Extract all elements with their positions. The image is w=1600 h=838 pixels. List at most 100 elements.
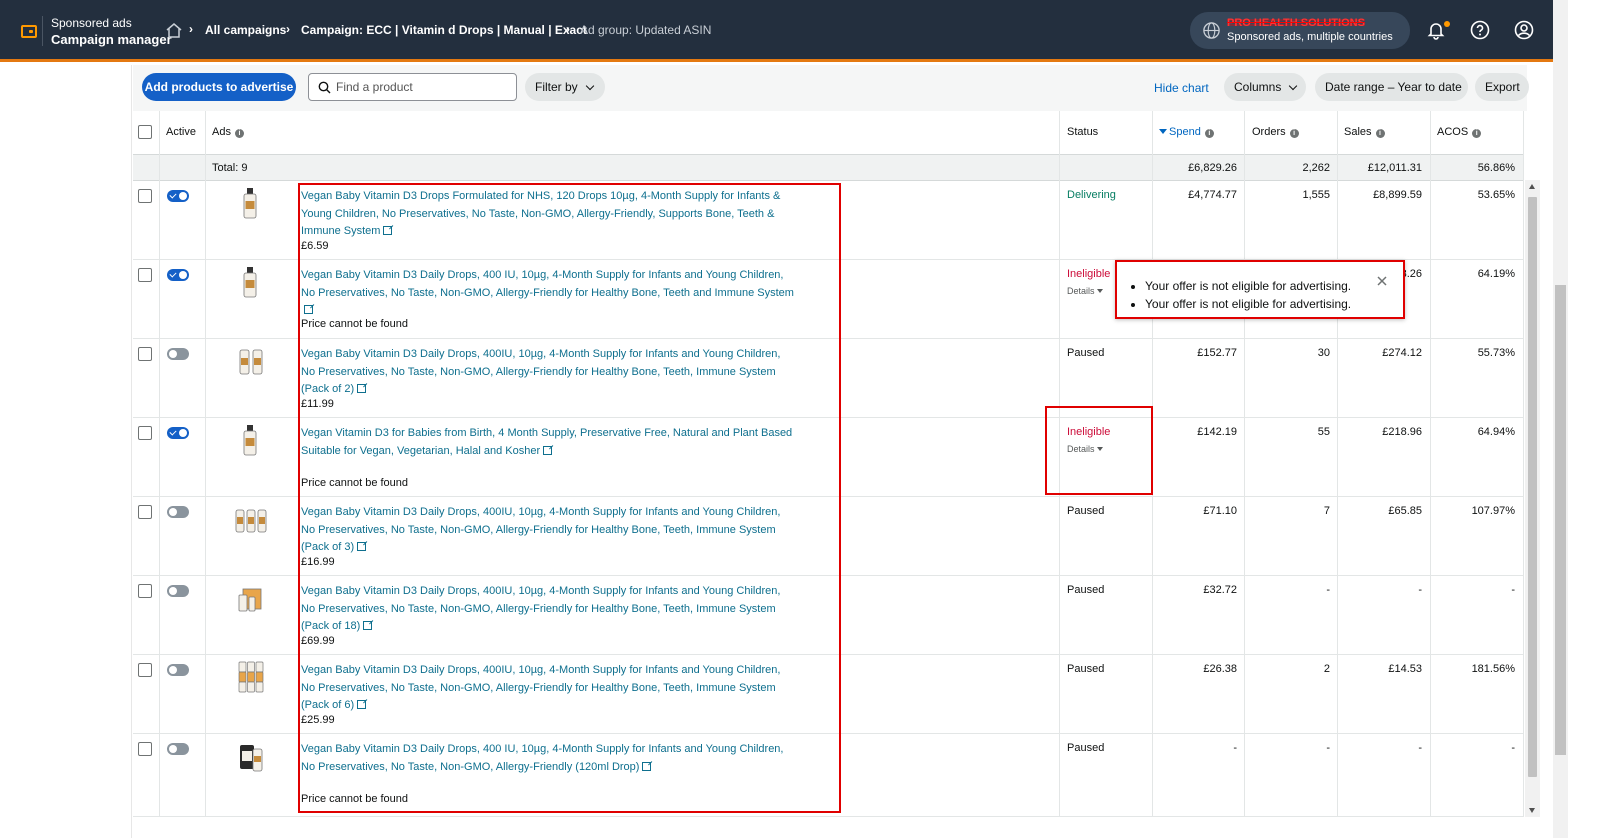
ad-price: £11.99	[301, 398, 334, 410]
external-link-icon[interactable]	[642, 761, 652, 771]
page-gutter	[1540, 65, 1553, 838]
external-link-icon[interactable]	[357, 384, 367, 394]
column-header-ads[interactable]: Ads i	[212, 126, 244, 138]
breadcrumb-separator: ›	[286, 22, 290, 36]
account-switcher[interactable]: PRO HEALTH SOLUTIONS Sponsored ads, mult…	[1190, 12, 1410, 49]
sales-value: £8,899.59	[1373, 189, 1422, 201]
row-checkbox[interactable]	[138, 347, 152, 361]
info-icon[interactable]: i	[1289, 129, 1299, 138]
sales-value: £218.96	[1382, 426, 1422, 438]
table-vertical-scrollbar[interactable]	[1525, 180, 1540, 817]
product-search-box[interactable]	[308, 73, 517, 101]
product-thumbnail	[235, 509, 267, 533]
status-details-label: Details	[1067, 444, 1095, 454]
date-range-button[interactable]: Date range – Year to date	[1315, 73, 1468, 101]
row-checkbox[interactable]	[138, 268, 152, 282]
active-toggle[interactable]	[167, 585, 189, 597]
column-header-sales[interactable]: Sales i	[1344, 126, 1385, 138]
page-scrollbar-thumb[interactable]	[1555, 285, 1566, 755]
ad-product-title-text: Vegan Baby Vitamin D3 Drops Formulated f…	[301, 190, 781, 238]
row-checkbox[interactable]	[138, 584, 152, 598]
row-checkbox[interactable]	[138, 663, 152, 677]
ad-product-title[interactable]: Vegan Baby Vitamin D3 Daily Drops, 400IU…	[301, 662, 796, 715]
info-icon[interactable]: i	[234, 129, 244, 138]
product-thumbnail	[238, 588, 262, 612]
filter-by-button[interactable]: Filter by	[525, 73, 605, 101]
active-toggle[interactable]	[167, 427, 189, 439]
column-header-orders[interactable]: Orders i	[1252, 126, 1299, 138]
external-link-icon[interactable]	[304, 305, 313, 315]
breadcrumb-separator: ›	[566, 22, 570, 36]
home-icon[interactable]	[165, 22, 183, 39]
active-toggle[interactable]	[167, 506, 189, 518]
table-row: Vegan Baby Vitamin D3 Daily Drops, 400IU…	[133, 576, 1524, 655]
export-button[interactable]: Export	[1475, 73, 1529, 101]
breadcrumb-campaign[interactable]: Campaign: ECC | Vitamin d Drops | Manual…	[301, 23, 587, 37]
acos-value: 55.73%	[1477, 347, 1515, 359]
help-icon[interactable]	[1470, 20, 1490, 40]
column-header-status[interactable]: Status	[1067, 126, 1098, 138]
scrollbar-thumb[interactable]	[1528, 197, 1537, 777]
table-row: Vegan Baby Vitamin D3 Daily Drops, 400IU…	[133, 655, 1524, 734]
ad-product-title[interactable]: Vegan Baby Vitamin D3 Daily Drops, 400 I…	[301, 741, 796, 776]
product-thumbnail	[243, 267, 257, 298]
ad-price: Price cannot be found	[301, 477, 409, 489]
breadcrumb-all-campaigns[interactable]: All campaigns	[205, 23, 286, 37]
row-checkbox[interactable]	[138, 189, 152, 203]
column-header-spend[interactable]: Spend i	[1159, 126, 1214, 138]
active-toggle[interactable]	[167, 269, 189, 281]
status-details-toggle[interactable]: Details	[1067, 286, 1103, 296]
product-thumbnail	[243, 425, 257, 456]
ad-product-title[interactable]: Vegan Baby Vitamin D3 Daily Drops, 400 I…	[301, 267, 796, 320]
row-checkbox[interactable]	[138, 742, 152, 756]
info-icon[interactable]: i	[1472, 129, 1482, 138]
columns-button[interactable]: Columns	[1224, 73, 1306, 101]
active-toggle[interactable]	[167, 743, 189, 755]
external-link-icon[interactable]	[383, 226, 393, 236]
user-account-icon[interactable]	[1514, 20, 1534, 40]
row-checkbox[interactable]	[138, 505, 152, 519]
ad-product-title[interactable]: Vegan Baby Vitamin D3 Daily Drops, 400IU…	[301, 346, 796, 399]
ads-table: Active Ads i Status Spend i Orders i Sales i…	[133, 111, 1524, 817]
ad-product-title[interactable]: Vegan Baby Vitamin D3 Daily Drops, 400IU…	[301, 504, 796, 557]
ad-product-title-text: Vegan Baby Vitamin D3 Daily Drops, 400IU…	[301, 348, 781, 396]
column-divider	[1523, 111, 1524, 817]
active-toggle[interactable]	[167, 664, 189, 676]
external-link-icon[interactable]	[357, 700, 367, 710]
external-link-icon[interactable]	[543, 445, 553, 455]
notification-dot	[1444, 21, 1450, 27]
notifications-bell-icon[interactable]	[1426, 20, 1446, 40]
scroll-up-arrow-icon[interactable]	[1529, 184, 1535, 189]
ad-product-title-text: Vegan Baby Vitamin D3 Daily Drops, 400IU…	[301, 585, 781, 633]
external-link-icon[interactable]	[363, 621, 373, 631]
active-toggle[interactable]	[167, 190, 189, 202]
hide-chart-link[interactable]: Hide chart	[1154, 81, 1209, 95]
ad-price: £25.99	[301, 714, 335, 726]
ad-price: Price cannot be found	[301, 318, 409, 330]
active-toggle[interactable]	[167, 348, 189, 360]
ad-product-title[interactable]: Vegan Baby Vitamin D3 Drops Formulated f…	[301, 188, 796, 241]
spend-value: £142.19	[1197, 426, 1237, 438]
table-row: Vegan Baby Vitamin D3 Drops Formulated f…	[133, 181, 1524, 260]
close-icon[interactable]	[1376, 275, 1388, 287]
column-divider	[1244, 111, 1245, 817]
brand-title[interactable]: Campaign manager	[51, 32, 172, 47]
add-products-button[interactable]: Add products to advertise	[142, 73, 296, 101]
ad-product-title[interactable]: Vegan Vitamin D3 for Babies from Birth, …	[301, 425, 796, 460]
ad-price: £16.99	[301, 556, 335, 568]
select-all-checkbox[interactable]	[138, 125, 152, 139]
row-checkbox[interactable]	[138, 426, 152, 440]
info-icon[interactable]: i	[1204, 129, 1214, 138]
info-icon[interactable]: i	[1375, 129, 1385, 138]
ad-product-title[interactable]: Vegan Baby Vitamin D3 Daily Drops, 400IU…	[301, 583, 796, 636]
product-search-input[interactable]	[336, 75, 511, 99]
page-vertical-scrollbar[interactable]	[1553, 0, 1568, 838]
external-link-icon[interactable]	[357, 542, 367, 552]
column-divider	[159, 111, 160, 817]
status-badge: Paused	[1067, 663, 1105, 675]
column-header-acos[interactable]: ACOS i	[1437, 126, 1482, 138]
scroll-down-arrow-icon[interactable]	[1529, 808, 1535, 813]
ad-product-title-text: Vegan Baby Vitamin D3 Daily Drops, 400IU…	[301, 664, 781, 712]
status-details-toggle[interactable]: Details	[1067, 444, 1103, 454]
breadcrumb-ad-group: Ad group: Updated ASIN	[580, 23, 712, 37]
